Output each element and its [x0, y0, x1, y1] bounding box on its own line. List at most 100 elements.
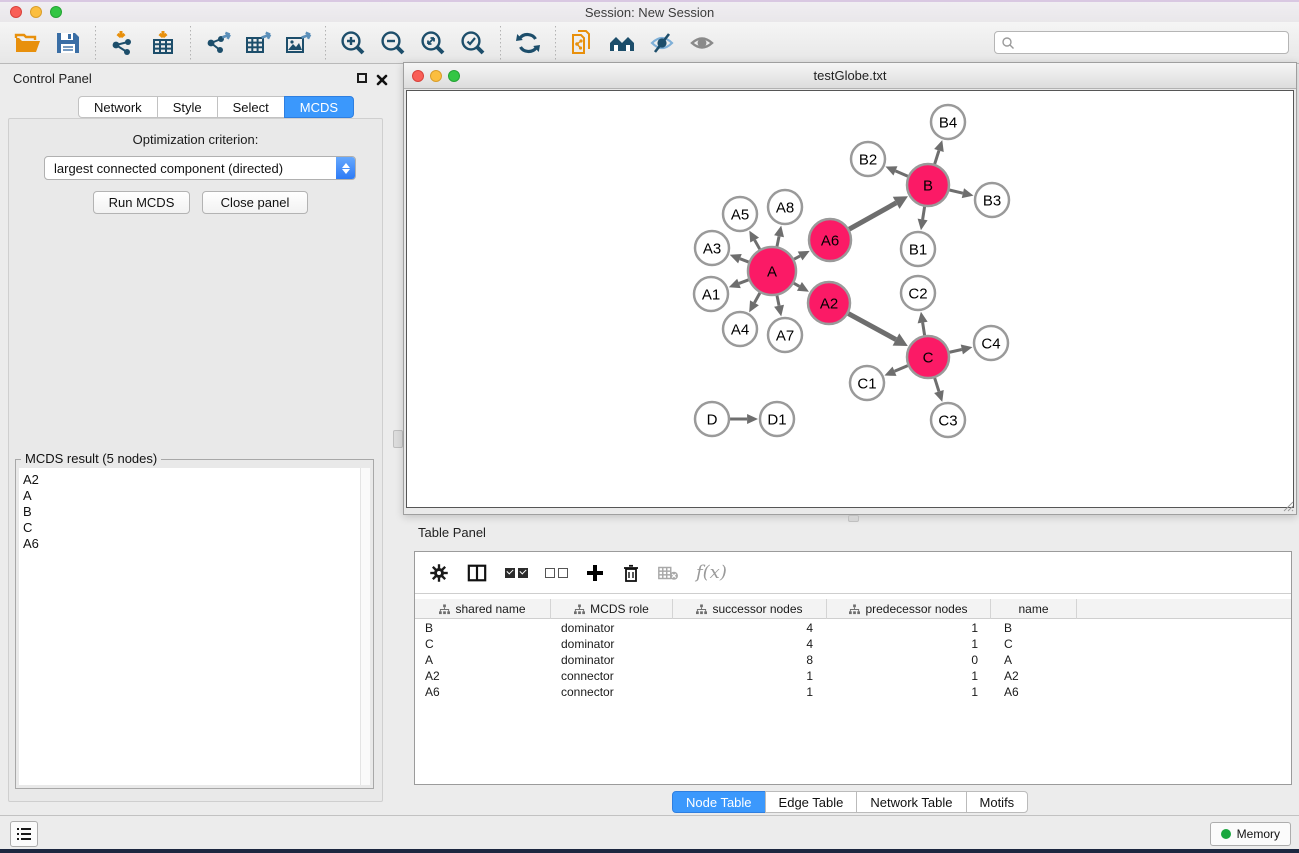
graph-edge[interactable] [923, 323, 925, 336]
column-header-successor-nodes[interactable]: successor nodes [673, 599, 827, 619]
table-row[interactable]: A6connector11A6 [415, 684, 1291, 700]
control-panel-title: Control Panel [13, 71, 92, 86]
graph-edge[interactable] [777, 295, 779, 305]
export-network-button[interactable] [198, 26, 238, 60]
edge-arrowhead-icon [961, 345, 973, 355]
tab-style[interactable]: Style [157, 96, 218, 118]
result-scrollbar[interactable] [360, 468, 370, 785]
graph-edge[interactable] [754, 293, 759, 303]
float-panel-icon[interactable] [357, 73, 369, 85]
import-table-button[interactable] [143, 26, 183, 60]
network-canvas[interactable]: AA1A2A3A4A5A6A7A8BB1B2B3B4CC1C2C3C4DD1 [406, 90, 1294, 508]
tab-motifs[interactable]: Motifs [966, 791, 1029, 813]
graph-node-label: A4 [731, 321, 749, 338]
graph-edge[interactable] [949, 349, 961, 352]
graph-edge[interactable] [935, 378, 939, 392]
birds-eye-view-button[interactable] [683, 26, 723, 60]
mcds-result-item[interactable]: A6 [23, 536, 360, 552]
refresh-button[interactable] [508, 26, 548, 60]
window-resize-grip[interactable] [1280, 498, 1294, 512]
column-layout-button[interactable] [466, 558, 488, 588]
hide-graphics-details-icon [648, 29, 678, 57]
graph-node-label: B4 [939, 114, 957, 131]
graph-edge[interactable] [935, 150, 939, 164]
table-row[interactable]: Bdominator41B [415, 620, 1291, 636]
graph-edge[interactable] [755, 240, 760, 249]
graph-edge[interactable] [895, 171, 907, 176]
graph-edge[interactable] [777, 236, 779, 246]
mcds-result-item[interactable]: B [23, 504, 360, 520]
hide-graphics-details-button[interactable] [643, 26, 683, 60]
delete-table-button[interactable] [657, 558, 679, 588]
criterion-select[interactable]: largest connected component (directed) [44, 156, 356, 180]
edge-arrowhead-icon [962, 188, 974, 198]
table-cell: 4 [673, 636, 827, 652]
delete-column-button[interactable] [622, 558, 640, 588]
graph-edge[interactable] [923, 207, 925, 220]
graph-edge[interactable] [794, 256, 800, 259]
show-panel-list-button[interactable] [10, 821, 38, 847]
graph-edge[interactable] [849, 203, 896, 229]
zoom-in-button[interactable] [333, 26, 373, 60]
tab-node-table[interactable]: Node Table [672, 791, 766, 813]
memory-button[interactable]: Memory [1210, 822, 1291, 846]
graph-edge[interactable] [739, 280, 749, 284]
add-column-button[interactable] [585, 558, 605, 588]
export-network-icon [203, 29, 233, 57]
tab-network-table[interactable]: Network Table [856, 791, 966, 813]
column-type-icon [574, 604, 585, 615]
column-header-name[interactable]: name [991, 599, 1077, 619]
first-neighbors-button[interactable] [563, 26, 603, 60]
close-panel-button[interactable]: Close panel [202, 191, 308, 214]
edge-arrowhead-icon [774, 226, 784, 238]
graph-edge[interactable] [740, 259, 749, 262]
function-builder-button[interactable]: f(x) [696, 558, 727, 588]
table-row[interactable]: Adominator80A [415, 652, 1291, 668]
tab-network[interactable]: Network [78, 96, 158, 118]
vertical-split-grip[interactable] [393, 430, 403, 448]
column-header-label: name [1018, 602, 1048, 616]
tab-mcds[interactable]: MCDS [284, 96, 354, 118]
import-network-button[interactable] [103, 26, 143, 60]
optimization-criterion-label: Optimization criterion: [9, 132, 382, 147]
close-panel-icon[interactable] [376, 73, 388, 85]
hide-panels-icon [608, 29, 638, 57]
gear-button[interactable] [429, 558, 449, 588]
node-table-container: f(x) shared nameMCDS rolesuccessor nodes… [414, 551, 1292, 785]
graph-edge[interactable] [794, 283, 800, 286]
toolbar-separator [190, 26, 191, 60]
table-cell: connector [551, 684, 673, 700]
edge-arrowhead-icon [934, 390, 944, 402]
column-header-shared-name[interactable]: shared name [415, 599, 551, 619]
save-session-button[interactable] [48, 26, 88, 60]
table-row[interactable]: Cdominator41C [415, 636, 1291, 652]
mcds-result-list: A2ABCA6 [19, 468, 360, 785]
graph-edge[interactable] [848, 314, 896, 340]
mcds-result-item[interactable]: A [23, 488, 360, 504]
column-type-icon [849, 604, 860, 615]
table-cell: dominator [551, 620, 673, 636]
memory-label: Memory [1237, 827, 1280, 841]
graph-edge[interactable] [895, 366, 908, 372]
zoom-selected-button[interactable] [453, 26, 493, 60]
mcds-result-item[interactable]: C [23, 520, 360, 536]
select-all-button[interactable] [505, 558, 528, 588]
edge-arrowhead-icon [729, 279, 741, 288]
search-input[interactable] [1015, 33, 1288, 52]
network-window-titlebar[interactable]: testGlobe.txt [404, 63, 1296, 89]
table-row[interactable]: A2connector11A2 [415, 668, 1291, 684]
column-header-MCDS-role[interactable]: MCDS role [551, 599, 673, 619]
export-table-button[interactable] [238, 26, 278, 60]
column-header-predecessor-nodes[interactable]: predecessor nodes [827, 599, 991, 619]
zoom-fit-button[interactable] [413, 26, 453, 60]
export-image-button[interactable] [278, 26, 318, 60]
graph-edge[interactable] [949, 190, 962, 193]
deselect-all-button[interactable] [545, 558, 568, 588]
tab-select[interactable]: Select [217, 96, 285, 118]
zoom-out-button[interactable] [373, 26, 413, 60]
hide-panels-button[interactable] [603, 26, 643, 60]
tab-edge-table[interactable]: Edge Table [765, 791, 858, 813]
mcds-result-item[interactable]: A2 [23, 472, 360, 488]
open-session-button[interactable] [8, 26, 48, 60]
run-mcds-button[interactable]: Run MCDS [93, 191, 190, 214]
